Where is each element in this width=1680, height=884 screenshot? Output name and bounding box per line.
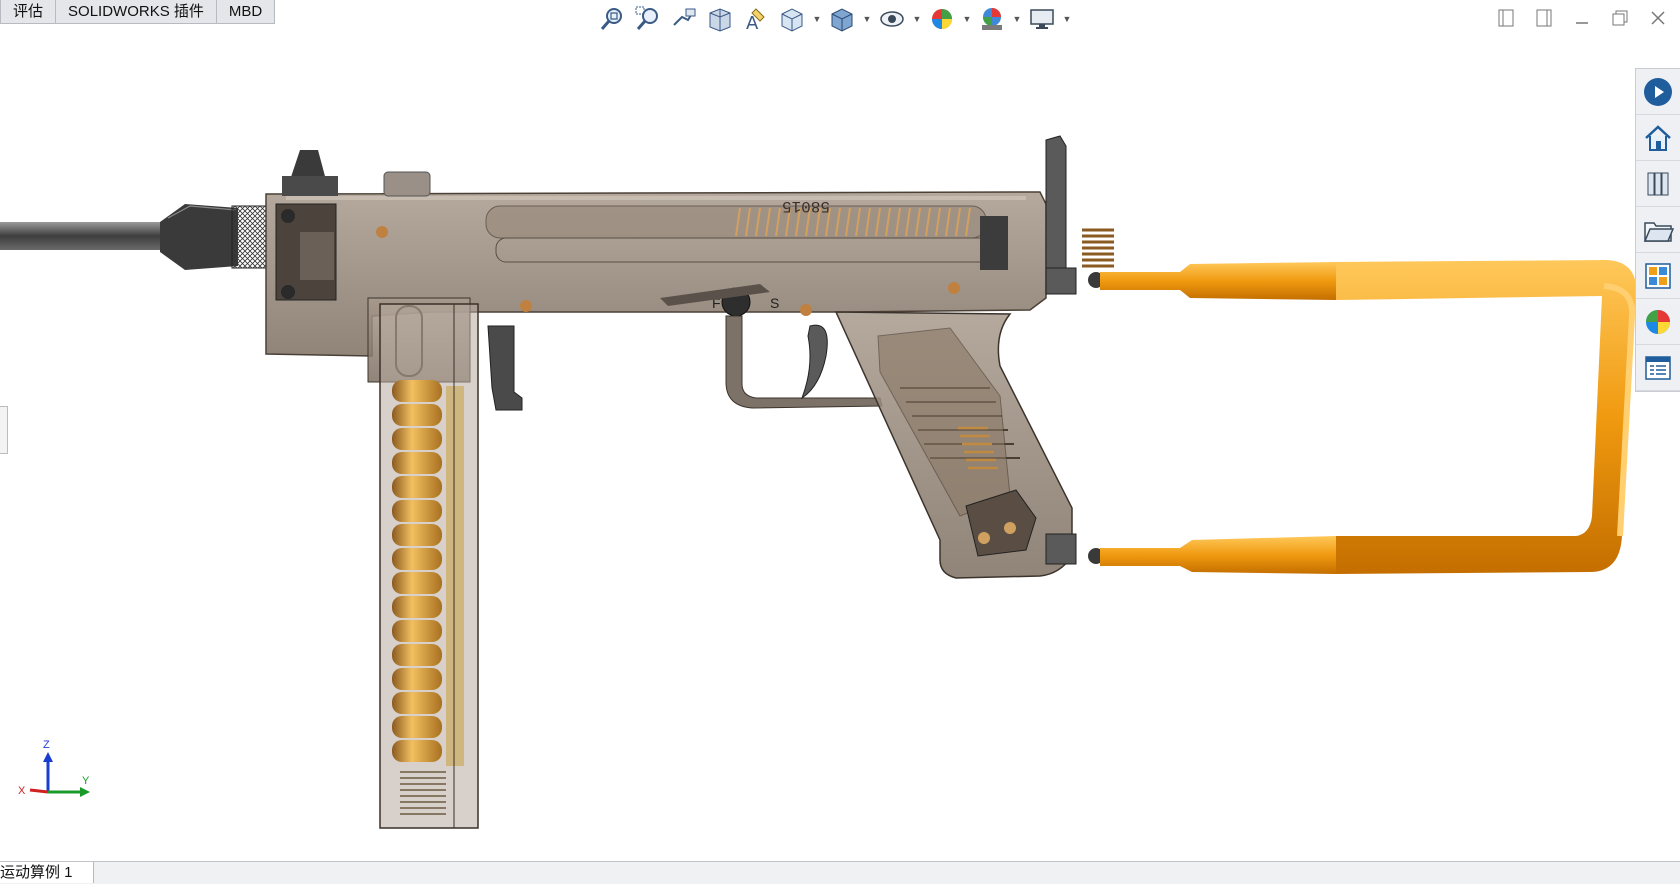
barrel (0, 222, 170, 250)
restore-icon[interactable] (1608, 6, 1632, 30)
appearances-icon[interactable] (1636, 299, 1680, 345)
hide-show-dropdown-icon[interactable]: ▼ (912, 3, 922, 35)
zoom-to-area-icon[interactable] (632, 3, 664, 35)
custom-properties-icon[interactable] (1636, 345, 1680, 391)
view-orientation-dropdown-icon[interactable]: ▼ (812, 3, 822, 35)
selector-mark-s: S (770, 295, 779, 311)
display-style-icon[interactable] (826, 3, 858, 35)
solidworks-resources-icon[interactable] (1636, 69, 1680, 115)
serial-marking: 58015 (782, 197, 830, 215)
design-library-icon[interactable] (1636, 161, 1680, 207)
tab-mbd[interactable]: MBD (215, 0, 276, 24)
barrel-nut (160, 204, 238, 270)
view-settings-dropdown-icon[interactable]: ▼ (1062, 3, 1072, 35)
front-sight (290, 150, 326, 180)
rear-sight (1045, 135, 1067, 283)
heads-up-view-toolbar: A ▼ ▼ ▼ ▼ ▼ ▼ (596, 2, 1072, 36)
home-icon[interactable] (1636, 115, 1680, 161)
triad-z-label: Z (43, 739, 50, 751)
view-orientation-icon[interactable] (776, 3, 808, 35)
apply-scene-icon[interactable] (976, 3, 1008, 35)
triad-y-label: Y (82, 775, 90, 787)
triad-x-label: X (18, 785, 26, 797)
edit-appearance-icon[interactable] (926, 3, 958, 35)
section-view-icon[interactable] (704, 3, 736, 35)
view-settings-icon[interactable] (1026, 3, 1058, 35)
bottom-tab-bar: 运动算例 1 (0, 861, 1680, 884)
edit-appearance-dropdown-icon[interactable]: ▼ (962, 3, 972, 35)
trigger (800, 324, 828, 400)
task-pane (1635, 68, 1680, 392)
window-controls (1494, 6, 1670, 30)
folding-stock (1045, 260, 1636, 574)
minimize-icon[interactable] (1570, 6, 1594, 30)
view-palette-icon[interactable] (1636, 253, 1680, 299)
tile-right-icon[interactable] (1532, 6, 1556, 30)
zoom-to-fit-icon[interactable] (596, 3, 628, 35)
close-icon[interactable] (1646, 6, 1670, 30)
dynamic-annotation-icon[interactable]: A (740, 3, 772, 35)
hide-show-items-icon[interactable] (876, 3, 908, 35)
graphics-area[interactable]: 58015 F S (0, 36, 1636, 860)
apply-scene-dropdown-icon[interactable]: ▼ (1012, 3, 1022, 35)
tab-evaluate[interactable]: 评估 (0, 0, 57, 24)
tab-solidworks-addins[interactable]: SOLIDWORKS 插件 (55, 0, 217, 24)
tile-left-icon[interactable] (1494, 6, 1518, 30)
magazine-release (487, 325, 523, 411)
reference-triad: Z X Y (16, 738, 96, 808)
display-style-dropdown-icon[interactable]: ▼ (862, 3, 872, 35)
smg-model: 58015 F S (0, 135, 1636, 829)
previous-view-icon[interactable] (668, 3, 700, 35)
command-tabs: 评估 SOLIDWORKS 插件 MBD (0, 0, 276, 24)
tab-motion-study[interactable]: 运动算例 1 (0, 862, 94, 883)
buffer-spring (1082, 228, 1114, 268)
file-explorer-icon[interactable] (1636, 207, 1680, 253)
